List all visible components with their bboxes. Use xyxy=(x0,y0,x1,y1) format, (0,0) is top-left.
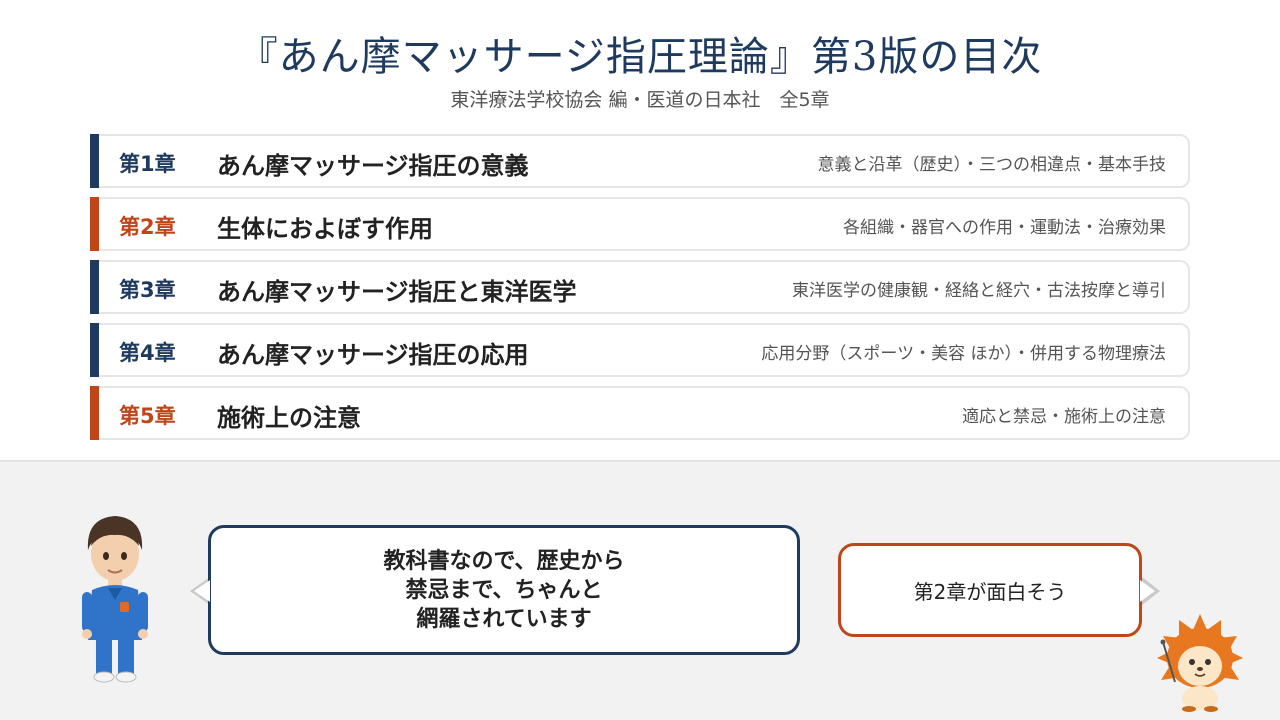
chapter-accent-bar xyxy=(90,386,99,440)
chapter-accent-bar xyxy=(90,260,99,314)
chapter-number: 第2章 xyxy=(119,215,176,239)
chapter-description: 応用分野（スポーツ・美容 ほか）・併用する物理療法 xyxy=(761,344,1166,364)
chapter-row-1: 第1章 あん摩マッサージ指圧の意義 意義と沿革（歴史）・三つの相違点・基本手技 xyxy=(90,134,1190,188)
chapter-title: あん摩マッサージ指圧の応用 xyxy=(217,341,529,369)
speech-line: 第2章が面白そう xyxy=(913,579,1067,604)
chapter-description: 各組織・器官への作用・運動法・治療効果 xyxy=(843,218,1166,238)
hedgehog-character-icon xyxy=(1157,614,1243,712)
chapter-title: あん摩マッサージ指圧の意義 xyxy=(217,152,529,180)
chapter-number: 第1章 xyxy=(119,152,176,176)
doctor-speech-bubble: 教科書なので、歴史から 禁忌まで、ちゃんと 網羅されています xyxy=(208,525,800,655)
speech-bubble-tail-fill xyxy=(1140,580,1155,602)
chapter-accent-bar xyxy=(90,197,99,251)
chapter-number: 第3章 xyxy=(119,278,176,302)
chapter-row-3: 第3章 あん摩マッサージ指圧と東洋医学 東洋医学の健康観・経絡と経穴・古法按摩と… xyxy=(90,260,1190,314)
chapter-number: 第4章 xyxy=(119,341,176,365)
chapter-row-5: 第5章 施術上の注意 適応と禁忌・施術上の注意 xyxy=(90,386,1190,440)
chapter-row-2: 第2章 生体におよぼす作用 各組織・器官への作用・運動法・治療効果 xyxy=(90,197,1190,251)
chapter-number: 第5章 xyxy=(119,404,176,428)
chapter-title: 生体におよぼす作用 xyxy=(217,215,433,243)
speech-line: 網羅されています xyxy=(416,606,592,632)
chapter-accent-bar xyxy=(90,134,99,188)
page-title: 『あん摩マッサージ指圧理論』第3版の目次 xyxy=(237,34,1043,80)
chapter-description: 適応と禁忌・施術上の注意 xyxy=(962,407,1166,427)
speech-line: 禁忌まで、ちゃんと xyxy=(405,577,603,603)
hedgehog-speech-bubble: 第2章が面白そう xyxy=(838,543,1142,637)
speech-bubble-tail-fill xyxy=(194,580,210,602)
chapter-accent-bar xyxy=(90,323,99,377)
chapter-description: 東洋医学の健康観・経絡と経穴・古法按摩と導引 xyxy=(792,281,1166,301)
page-subtitle: 東洋療法学校協会 編・医道の日本社 全5章 xyxy=(450,89,830,111)
chapter-description: 意義と沿革（歴史）・三つの相違点・基本手技 xyxy=(817,155,1167,175)
doctor-character-icon xyxy=(82,516,148,683)
chapter-title: あん摩マッサージ指圧と東洋医学 xyxy=(217,278,577,306)
chapter-title: 施術上の注意 xyxy=(217,404,361,432)
speech-line: 教科書なので、歴史から xyxy=(383,548,625,574)
chapter-row-4: 第4章 あん摩マッサージ指圧の応用 応用分野（スポーツ・美容 ほか）・併用する物… xyxy=(90,323,1190,377)
